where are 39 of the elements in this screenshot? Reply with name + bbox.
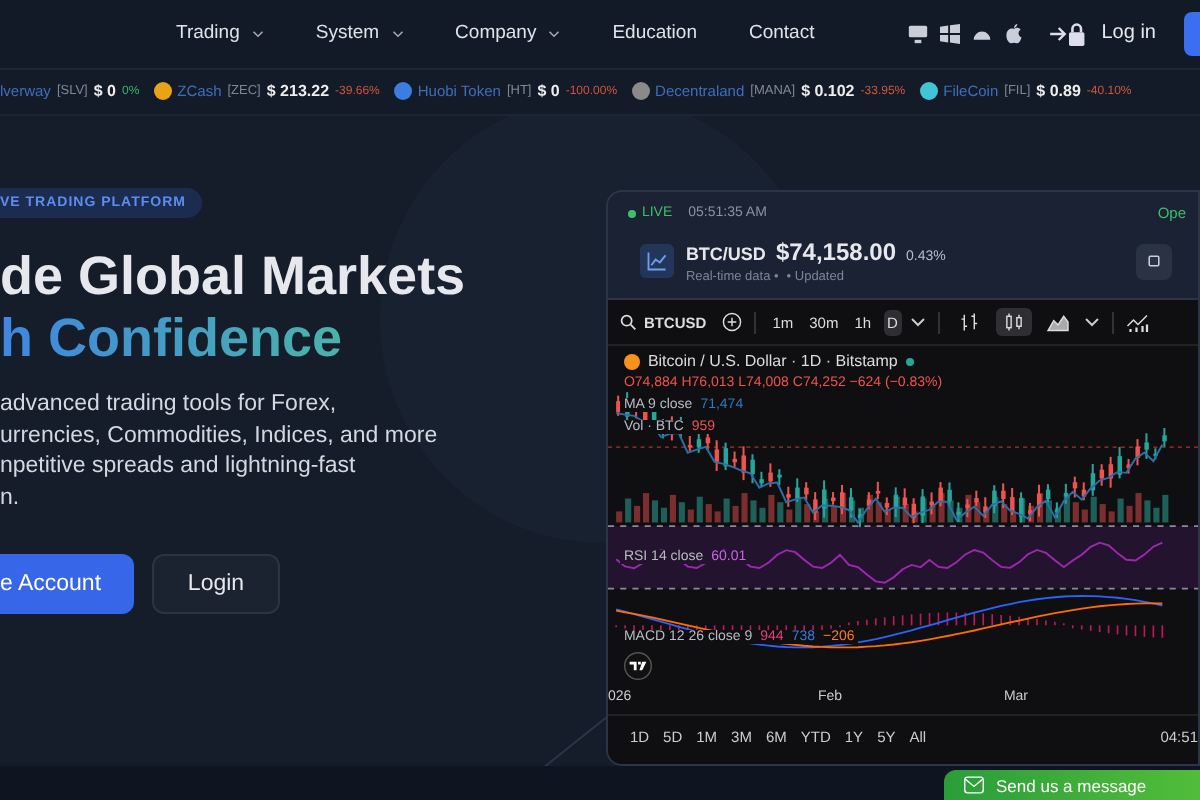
nav-link[interactable]: Company <box>455 22 561 45</box>
nav-link[interactable]: Contact <box>748 22 815 45</box>
asset-price: $ 0.102 <box>801 82 855 101</box>
apple-icon[interactable] <box>1003 23 1024 44</box>
windows-icon[interactable] <box>939 23 960 44</box>
fullscreen-button[interactable] <box>1136 243 1172 280</box>
signup-button[interactable] <box>1184 11 1200 56</box>
nav-link[interactable]: Trading <box>176 22 264 45</box>
pair-name: BTC/USD <box>685 244 766 265</box>
caret-icon[interactable] <box>909 314 926 331</box>
asset-price: $ 0.89 <box>1036 82 1081 101</box>
nav-link[interactable]: System <box>315 22 404 45</box>
create-account-button[interactable]: e Account <box>0 554 134 615</box>
bitcoin-icon <box>623 353 640 370</box>
asset-price: $ 213.22 <box>266 82 330 101</box>
hero-description: advanced trading tools for Forex, urrencies, Commodities, Indices, and more npetitive spreads and lightning-fast n. <box>0 390 438 514</box>
caret-icon <box>548 29 561 38</box>
logo-icon <box>623 652 652 681</box>
candles-chart-icon[interactable] <box>995 308 1032 337</box>
indicators-icon[interactable] <box>1125 311 1150 334</box>
add-icon[interactable] <box>722 312 743 333</box>
nav-link[interactable]: Education <box>612 22 697 45</box>
chart-legend: Bitcoin / U.S. Dollar · 1D · Bitstamp <box>647 352 898 371</box>
current-price: $74,158.00 <box>775 238 896 267</box>
caret-icon[interactable] <box>1083 314 1100 331</box>
caret-icon <box>391 29 404 38</box>
login-icon <box>1047 21 1090 46</box>
login-link[interactable]: Log in <box>1101 22 1156 45</box>
status-dot <box>905 357 914 366</box>
hero-title: de Global Markets <box>0 246 466 309</box>
desktop-icon[interactable] <box>907 23 928 44</box>
login-button[interactable]: Login <box>152 554 280 615</box>
caret-icon <box>251 29 264 38</box>
mail-icon <box>964 776 984 795</box>
square-icon <box>1148 254 1160 269</box>
asset-price: $ 0 <box>93 82 116 101</box>
chart-icon <box>639 244 674 279</box>
asset-price: $ 0 <box>537 82 560 101</box>
search-icon[interactable] <box>619 314 636 331</box>
